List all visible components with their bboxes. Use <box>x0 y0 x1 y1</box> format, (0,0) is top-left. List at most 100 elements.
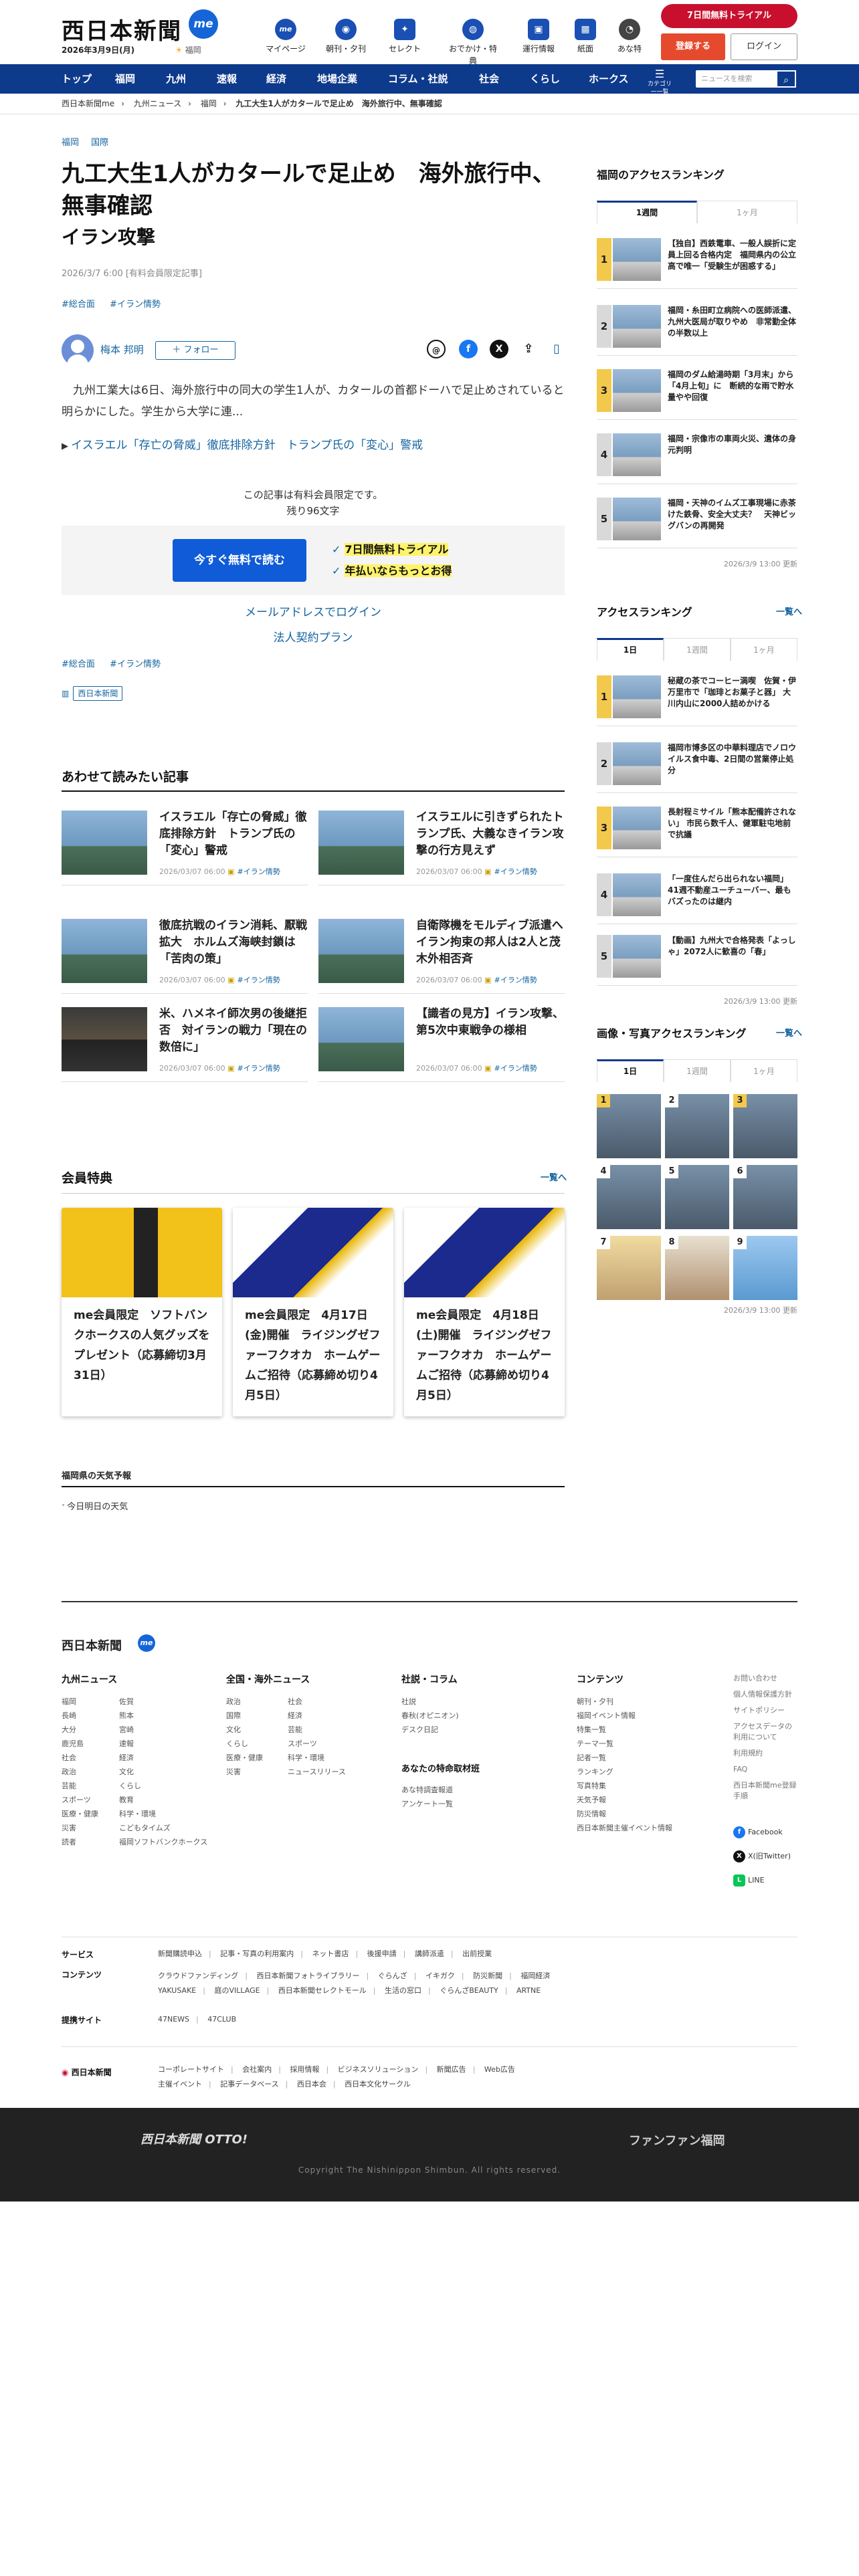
footer-link[interactable]: 文化 <box>226 1723 280 1737</box>
navbar-breaking[interactable]: 速報 <box>217 64 237 94</box>
footer-link[interactable]: 医療・健康 <box>62 1807 115 1821</box>
footer-link[interactable]: テーマ一覧 <box>577 1737 710 1751</box>
footer-link[interactable]: こどもタイムズ <box>119 1821 226 1835</box>
footer-link[interactable]: 西日本新聞フォトライブラリー <box>256 1971 359 1980</box>
footer-link[interactable]: 政治 <box>226 1695 280 1709</box>
footer-link[interactable]: くらし <box>226 1737 280 1751</box>
footer-link[interactable]: 国際 <box>226 1709 280 1723</box>
footer-link[interactable]: 講師派遣 <box>415 1949 444 1958</box>
tab-1week[interactable]: 1週間 <box>664 1059 731 1082</box>
footer-col-heading[interactable]: 九州ニュース <box>62 1673 117 1687</box>
tab-1day[interactable]: 1日 <box>597 638 664 661</box>
navbar-column[interactable]: コラム・社説 <box>388 64 448 94</box>
footer-link[interactable]: 特集一覧 <box>577 1723 710 1737</box>
footer-link[interactable]: Web広告 <box>484 2065 515 2074</box>
photo-thumb[interactable]: 2 <box>665 1094 729 1158</box>
footer-link[interactable]: 災害 <box>62 1821 115 1835</box>
member-card[interactable]: me会員限定 4月17日(金)開催 ライジングゼファーフクオカ ホームゲームご招… <box>233 1208 393 1416</box>
footer-link[interactable]: 読者 <box>62 1835 115 1849</box>
follow-button[interactable]: ＋ フォロー <box>155 341 235 360</box>
fanfan-logo[interactable]: ファンファン福岡 <box>629 2132 725 2150</box>
footer-link[interactable]: イキガク <box>425 1971 455 1980</box>
footer-link[interactable]: お問い合わせ <box>733 1673 797 1684</box>
share-icon[interactable]: ⇪ <box>519 340 538 358</box>
footer-link[interactable]: 大分 <box>62 1723 115 1737</box>
x-icon[interactable]: X <box>490 340 508 358</box>
footer-link[interactable]: 社会 <box>288 1695 361 1709</box>
footer-link[interactable]: 福岡 <box>62 1695 115 1709</box>
footer-link[interactable]: コーポレートサイト <box>158 2065 224 2074</box>
corporate-plan-link[interactable]: 法人契約プラン <box>62 630 565 647</box>
footer-link[interactable]: 47NEWS <box>158 2015 189 2024</box>
footer-link[interactable]: スポーツ <box>62 1793 115 1807</box>
footer-link[interactable]: ネット書店 <box>312 1949 349 1958</box>
photo-thumb[interactable]: 4 <box>597 1165 661 1229</box>
nav-odekake[interactable]: ◍ おでかけ・特典 <box>448 19 498 67</box>
footer-link[interactable]: アクセスデータの利用について <box>733 1721 797 1743</box>
footer-link[interactable]: デスク日記 <box>401 1723 535 1737</box>
card-tag[interactable]: #イラン情勢 <box>494 867 537 876</box>
footer-link[interactable]: クラウドファンディング <box>158 1971 238 1980</box>
photo-thumb[interactable]: 1 <box>597 1094 661 1158</box>
footer-link[interactable]: 庭のVILLAGE <box>214 1986 260 1995</box>
search-icon[interactable]: ⌕ <box>776 70 796 88</box>
navbar-hawks[interactable]: ホークス <box>589 64 629 94</box>
navbar-kyushu[interactable]: 九州 <box>166 64 186 94</box>
footer-link[interactable]: 社会 <box>62 1751 115 1765</box>
ranking-item[interactable]: 1 秘蔵の茶でコーヒー満喫 佐賀・伊万里市で「珈琲とお菓子と器」 大川内山に200… <box>597 675 797 726</box>
footer-link[interactable]: ニュースリリース <box>288 1765 361 1779</box>
ranking-item[interactable]: 1 【独自】西鉄電車、一般人誤折に定員上回る合格内定 福岡県内の公立高で唯一「受験… <box>597 238 797 289</box>
recommend-card[interactable]: 【識者の見方】イラン攻撃、第5次中東戦争の様相 2026/03/07 06:00… <box>318 1007 565 1082</box>
header-weather[interactable]: ☀ 福岡 <box>175 44 201 56</box>
footer-link[interactable]: 速報 <box>119 1737 226 1751</box>
member-card[interactable]: me会員限定 4月18日(土)開催 ライジングゼファーフクオカ ホームゲームご招… <box>404 1208 565 1416</box>
recommend-card[interactable]: イスラエルに引きずられたトランプ氏、大義なきイラン攻撃の行方見えず 2026/0… <box>318 811 565 885</box>
footer-link[interactable]: 長崎 <box>62 1709 115 1723</box>
nav-transit[interactable]: ▣ 運行情報 <box>516 19 561 55</box>
crumb-kyushu[interactable]: 九州ニュース <box>134 99 181 108</box>
footer-link[interactable]: 経済 <box>119 1751 226 1765</box>
footer-link[interactable]: 文化 <box>119 1765 226 1779</box>
footer-link[interactable]: 芸能 <box>288 1723 361 1737</box>
threads-icon[interactable]: @ <box>427 340 446 358</box>
ranking-item[interactable]: 5 福岡・天神のイムズ工事現場に赤茶けた鉄骨、安全大丈夫？ 天神ビッグバンの再開発 <box>597 498 797 548</box>
crumb-fukuoka[interactable]: 福岡 <box>201 99 217 108</box>
navbar-top[interactable]: トップ <box>62 64 92 94</box>
ranking-item[interactable]: 3 福岡のダム給湯時期「3月末」から「4月上旬」に 断続的な雨で貯水量やや回復 <box>597 369 797 420</box>
photo-thumb[interactable]: 6 <box>733 1165 797 1229</box>
category-fukuoka[interactable]: 福岡 <box>62 138 79 148</box>
photo-thumb[interactable]: 3 <box>733 1094 797 1158</box>
footer-link[interactable]: 災害 <box>226 1765 280 1779</box>
photo-thumb[interactable]: 9 <box>733 1236 797 1300</box>
navbar-economy[interactable]: 経済 <box>266 64 286 94</box>
ranking-item[interactable]: 5 【動画】九州大で合格発表「よっしゃ」2072人に歓喜の「春」 <box>597 935 797 986</box>
ranking-item[interactable]: 4 「一度住んだら出られない福岡」41週不動産ユーチューバー、最もバズったのは継内 <box>597 873 797 924</box>
footer-link[interactable]: 朝刊・夕刊 <box>577 1695 710 1709</box>
me-logo-icon[interactable]: me <box>189 9 218 39</box>
footer-link[interactable]: 生活の窓口 <box>385 1986 421 1995</box>
footer-link[interactable]: サイトポリシー <box>733 1705 797 1716</box>
tag-iran[interactable]: #イラン情勢 <box>110 300 161 310</box>
tag-iran[interactable]: #イラン情勢 <box>110 659 161 669</box>
ranking-item[interactable]: 2 福岡・糸田町立病院への医師派遣、九州大医局が取りやめ 非常勤全体の半数以上 <box>597 305 797 356</box>
footer-link[interactable]: 記事データベース <box>220 2080 278 2088</box>
member-more-link[interactable]: 一覧へ <box>541 1172 567 1185</box>
footer-link[interactable]: ぐらんざBEAUTY <box>440 1986 498 1995</box>
navbar-living[interactable]: くらし <box>530 64 560 94</box>
footer-link[interactable]: 福岡経済 <box>520 1971 550 1980</box>
footer-link[interactable]: 芸能 <box>62 1779 115 1793</box>
footer-link[interactable]: 鹿児島 <box>62 1737 115 1751</box>
search-input[interactable]: ニュースを検索 ⌕ <box>696 70 796 88</box>
footer-link[interactable]: 福岡ソフトバンクホークス <box>119 1835 226 1849</box>
publisher-name[interactable]: 西日本新聞 <box>73 686 123 701</box>
footer-link[interactable]: 利用規約 <box>733 1748 797 1759</box>
footer-link[interactable]: 福岡イベント情報 <box>577 1709 710 1723</box>
ranking-item[interactable]: 4 福岡・宗像市の車両火災、遺体の身元判明 <box>597 433 797 484</box>
footer-link[interactable]: くらし <box>119 1779 226 1793</box>
footer-link[interactable]: 西日本新聞主催イベント情報 <box>577 1821 710 1835</box>
recommend-card[interactable]: イスラエル「存亡の脅威」徹底排除方針 トランプ氏の「変心」警戒 2026/03/… <box>62 811 308 885</box>
photo-thumb[interactable]: 5 <box>665 1165 729 1229</box>
navbar-society[interactable]: 社会 <box>479 64 499 94</box>
footer-link[interactable]: 後援申請 <box>367 1949 397 1958</box>
nav-anatoku[interactable]: ◔ あな特 <box>607 19 652 55</box>
